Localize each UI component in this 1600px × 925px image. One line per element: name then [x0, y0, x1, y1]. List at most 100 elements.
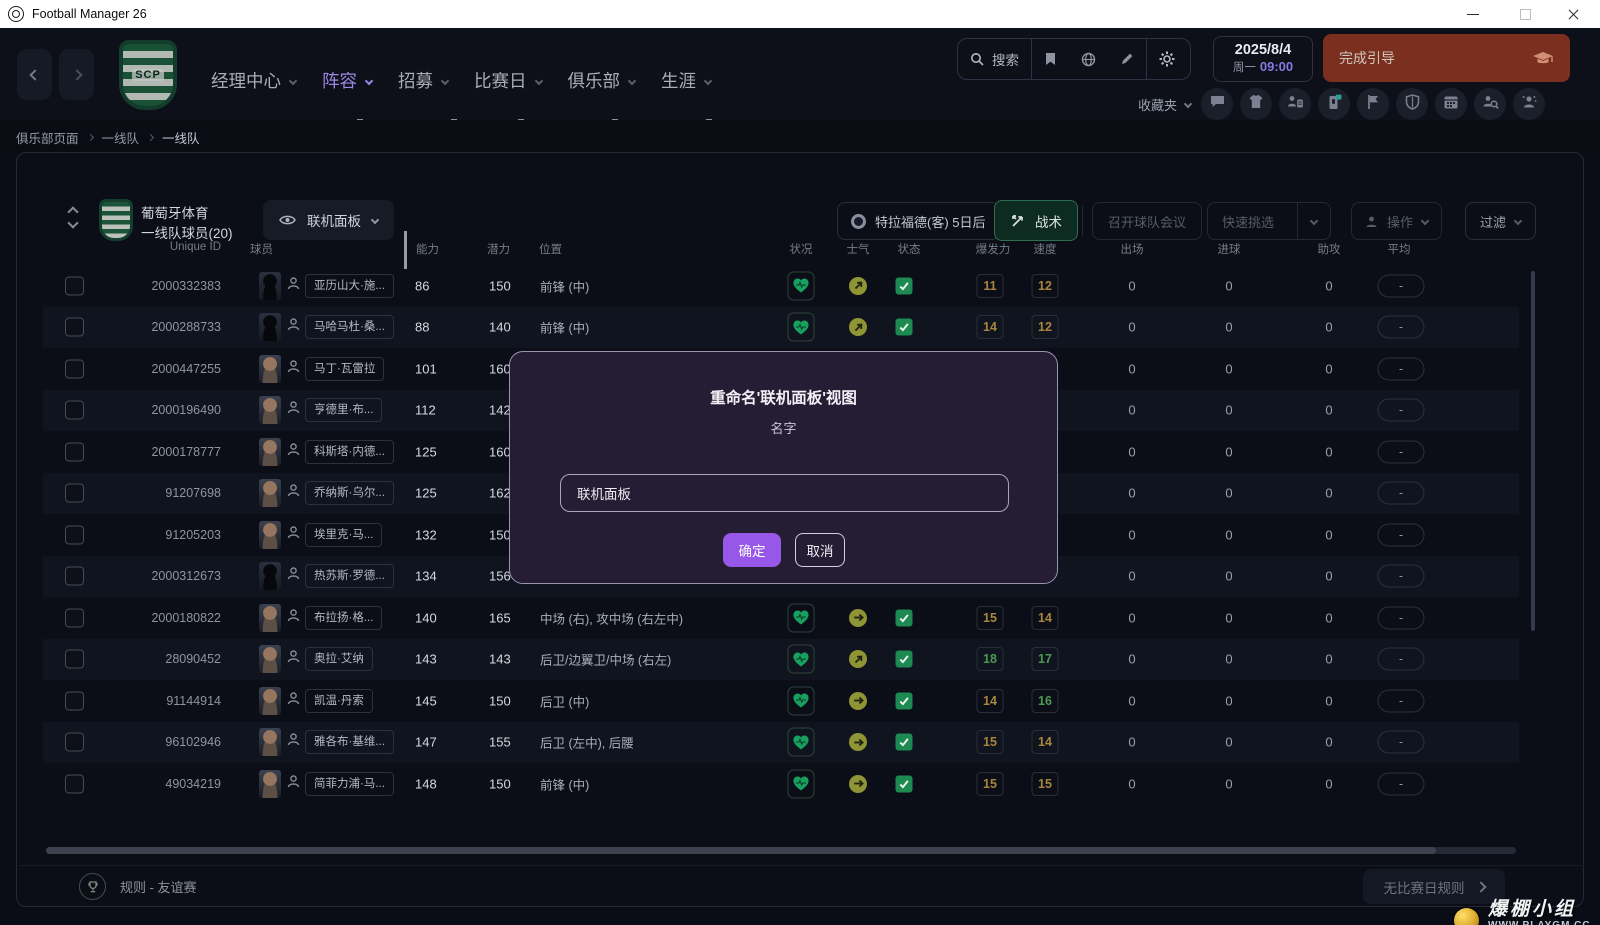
- column-resize-handle[interactable]: [404, 231, 407, 269]
- player-name[interactable]: 雅各布·基维...: [305, 730, 394, 754]
- set-piece-button[interactable]: [1357, 88, 1389, 120]
- scouting-button[interactable]: [1474, 88, 1506, 120]
- device-alert-button[interactable]: [1318, 88, 1350, 120]
- col-position[interactable]: 位置: [539, 241, 562, 257]
- player-photo: [259, 438, 281, 466]
- player-name[interactable]: 马哈马杜·桑...: [305, 315, 394, 339]
- table-row[interactable]: 91144914 凯温·丹索 145 150后卫 (中)1416 0 0 0 -: [43, 680, 1519, 722]
- vertical-scrollbar[interactable]: [1531, 271, 1535, 631]
- nav-manager-hub[interactable]: 经理中心: [205, 68, 302, 93]
- appearances-value: 0: [1128, 361, 1135, 376]
- player-name[interactable]: 简菲力浦·马...: [305, 772, 394, 796]
- filter-label: 过滤: [1480, 212, 1506, 231]
- cancel-button[interactable]: 取消: [795, 533, 845, 567]
- player-name[interactable]: 亚历山大·施...: [305, 274, 394, 298]
- nav-recruitment[interactable]: 招募: [392, 68, 454, 93]
- panel-sort-arrows[interactable]: [69, 205, 85, 230]
- messages-button[interactable]: [1201, 88, 1233, 120]
- acceleration-value: 15: [977, 730, 1004, 754]
- close-button[interactable]: [1550, 0, 1596, 28]
- goals-value: 0: [1225, 735, 1232, 750]
- table-row[interactable]: 2000288733 马哈马杜·桑... 88 140前锋 (中)1412 0 …: [43, 307, 1519, 349]
- player-name[interactable]: 埃里克·马...: [305, 523, 382, 547]
- table-row[interactable]: 28090452 奥拉·艾纳 143 143后卫/边翼卫/中场 (右左)1817…: [43, 639, 1519, 681]
- nav-squad[interactable]: 阵容: [316, 68, 378, 93]
- col-unique-id[interactable]: Unique ID: [43, 241, 221, 253]
- ability-value: 112: [415, 403, 436, 418]
- messages-icon: [1209, 94, 1226, 114]
- settings-button[interactable]: [1147, 39, 1187, 79]
- player-name[interactable]: 奥拉·艾纳: [305, 647, 373, 671]
- col-player[interactable]: 球员: [250, 241, 273, 257]
- col-average-rating[interactable]: 平均: [1388, 241, 1411, 257]
- col-goals[interactable]: 进球: [1218, 241, 1241, 257]
- kit-button[interactable]: [1240, 88, 1272, 120]
- player-profile-icon: [286, 691, 301, 711]
- tactics-label: 战术: [1035, 211, 1062, 231]
- search-button[interactable]: 搜索: [958, 39, 1031, 79]
- maximize-button[interactable]: [1502, 0, 1548, 28]
- col-condition[interactable]: 状况: [790, 241, 813, 257]
- assists-value: 0: [1325, 403, 1332, 418]
- horizontal-scrollbar-thumb[interactable]: [46, 847, 1436, 854]
- player-name[interactable]: 布拉扬·格...: [305, 606, 382, 630]
- nav-club[interactable]: 俱乐部: [562, 68, 642, 93]
- table-row[interactable]: 96102946 雅各布·基维... 147 155后卫 (左中), 后腰151…: [43, 722, 1519, 764]
- history-back-button[interactable]: [17, 49, 52, 100]
- col-appearances[interactable]: 出场: [1121, 241, 1144, 257]
- finish-onboarding-button[interactable]: 完成引导: [1323, 34, 1570, 82]
- staff-button[interactable]: [1513, 88, 1545, 120]
- col-acceleration[interactable]: 爆发力: [976, 241, 1011, 257]
- table-row[interactable]: 2000180822 布拉扬·格... 140 165中场 (右), 攻中场 (…: [43, 597, 1519, 639]
- game-date[interactable]: 2025/8/4 周一09:00: [1213, 36, 1313, 82]
- notes-button[interactable]: [1032, 39, 1069, 79]
- col-ability[interactable]: 能力: [416, 241, 439, 257]
- confirm-button[interactable]: 确定: [723, 533, 781, 567]
- player-unique-id: 2000447255: [43, 362, 221, 376]
- player-name[interactable]: 热苏斯·罗德...: [305, 564, 394, 588]
- table-row[interactable]: 2000332383 亚历山大·施... 86 150前锋 (中)1112 0 …: [43, 265, 1519, 307]
- history-forward-button[interactable]: [59, 49, 94, 100]
- breadcrumb-item[interactable]: 一线队: [102, 128, 140, 147]
- world-button[interactable]: [1069, 39, 1108, 79]
- player-name[interactable]: 科斯塔·内德...: [305, 440, 394, 464]
- acceleration-value: 14: [977, 689, 1004, 713]
- col-assists[interactable]: 助攻: [1318, 241, 1341, 257]
- nav-matchday[interactable]: 比赛日: [468, 68, 548, 93]
- nav-recruitment-label: 招募: [398, 68, 433, 93]
- player-name[interactable]: 乔纳斯·乌尔...: [305, 481, 394, 505]
- condition-heart-icon: [788, 603, 815, 632]
- ability-value: 86: [415, 278, 429, 293]
- col-pace[interactable]: 速度: [1034, 241, 1057, 257]
- assists-value: 0: [1325, 278, 1332, 293]
- horizontal-scrollbar[interactable]: [46, 847, 1516, 854]
- nav-career[interactable]: 生涯: [655, 68, 717, 93]
- status-check-icon: [896, 609, 913, 626]
- table-row[interactable]: 49034219 简菲力浦·马... 148 150前锋 (中)1515 0 0…: [43, 763, 1519, 805]
- appearances-value: 0: [1128, 693, 1135, 708]
- no-matchday-rules-button[interactable]: 无比赛日规则: [1363, 869, 1505, 904]
- schedule-button[interactable]: [1435, 88, 1467, 120]
- coach-report-button[interactable]: [1279, 88, 1311, 120]
- appearances-value: 0: [1128, 278, 1135, 293]
- favorites-dropdown[interactable]: 收藏夹: [1138, 95, 1191, 114]
- col-status[interactable]: 状态: [898, 241, 921, 257]
- minimize-button[interactable]: [1450, 0, 1496, 28]
- actions-label: 操作: [1387, 212, 1413, 231]
- edit-button[interactable]: [1108, 39, 1146, 79]
- view-name-input[interactable]: [560, 474, 1009, 512]
- nav-career-label: 生涯: [661, 68, 696, 93]
- player-name[interactable]: 亨德里·布...: [305, 398, 382, 422]
- club-crest-button[interactable]: [1396, 88, 1428, 120]
- col-morale[interactable]: 士气: [847, 241, 870, 257]
- breadcrumb-item[interactable]: 一线队: [162, 128, 200, 147]
- breadcrumb-item[interactable]: 俱乐部页面: [16, 128, 79, 147]
- player-name[interactable]: 凯温·丹索: [305, 689, 373, 713]
- player-name[interactable]: 马丁·瓦雷拉: [305, 357, 384, 381]
- average-rating-value: -: [1378, 772, 1425, 795]
- goals-value: 0: [1225, 320, 1232, 335]
- pace-value: 14: [1032, 730, 1059, 754]
- assists-value: 0: [1325, 610, 1332, 625]
- col-potential[interactable]: 潜力: [487, 241, 510, 257]
- window-titlebar: Football Manager 26: [0, 0, 1600, 28]
